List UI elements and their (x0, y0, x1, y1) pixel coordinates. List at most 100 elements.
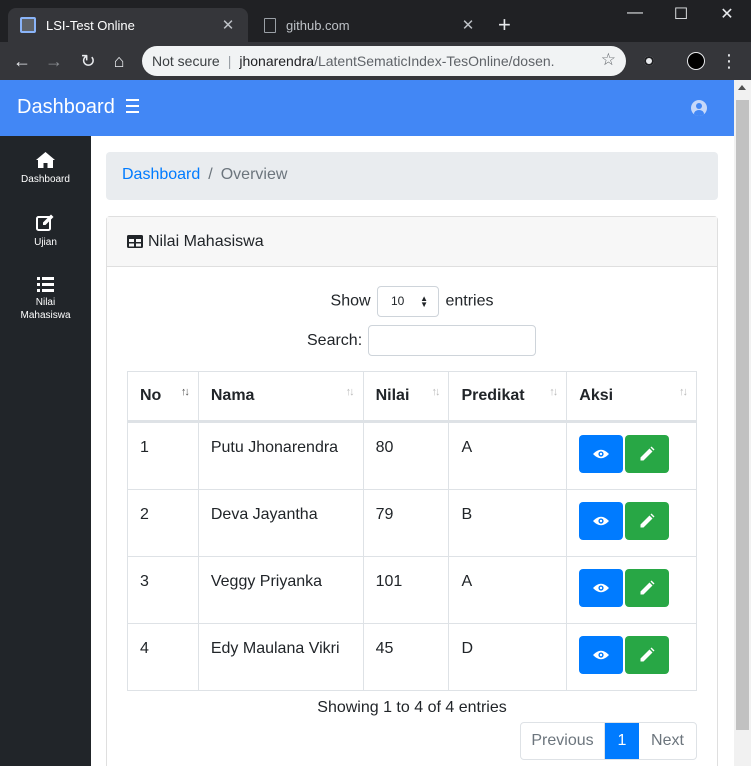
home-button-icon[interactable]: ⌂ (107, 50, 131, 72)
cell-predikat: A (448, 421, 568, 490)
profile-avatar-icon[interactable] (687, 52, 705, 70)
pagination-previous[interactable]: Previous (521, 723, 605, 759)
sort-icon: ↑↓ (549, 386, 558, 398)
search-label: Search: (307, 331, 363, 349)
maximize-button[interactable]: ☐ (658, 4, 704, 24)
cell-nilai: 45 (362, 623, 450, 691)
edit-button[interactable] (625, 435, 670, 473)
reload-icon[interactable]: ↻ (76, 50, 100, 72)
cell-no: 1 (127, 421, 199, 490)
table-row: 2 Deva Jayantha 79 B (127, 489, 697, 557)
table-row: 1 Putu Jhonarendra 80 A (127, 421, 697, 490)
page-scrollbar[interactable] (734, 80, 751, 766)
tab-close-icon[interactable]: ✕ (460, 16, 476, 34)
pencil-icon (640, 647, 655, 662)
scrollbar-thumb[interactable] (736, 100, 749, 730)
view-button[interactable] (579, 636, 624, 674)
pencil-icon (640, 513, 655, 528)
cell-predikat: B (448, 489, 568, 557)
cell-predikat: A (448, 556, 568, 624)
card-title: Nilai Mahasiswa (148, 232, 264, 250)
sort-icon: ↑↓ (679, 386, 688, 398)
pencil-icon (640, 580, 655, 595)
table-header-row: No ↑↓ Nama ↑↓ Nilai ↑↓ Predikat ↑↓ Aksi ↑↓ (127, 371, 697, 423)
browser-toolbar: ← → ↻ ⌂ i Not secure | jhonarendra /Late… (0, 42, 751, 544)
navbar-brand[interactable]: Dashboard (17, 96, 115, 119)
view-button[interactable] (579, 502, 624, 540)
browser-tab-strip: LSI-Test Online ✕ github.com ✕ + — ☐ ✕ (0, 0, 751, 42)
cell-no: 3 (127, 556, 199, 624)
breadcrumb: Dashboard / Overview (106, 152, 718, 200)
column-header-nama[interactable]: Nama ↑↓ (197, 371, 364, 423)
view-button[interactable] (579, 569, 624, 607)
scroll-up-arrow-icon[interactable] (738, 85, 746, 90)
eye-icon (593, 650, 610, 660)
url-path: /LatentSematicIndex-TesOnline/dosen... (314, 53, 555, 69)
table-row: 4 Edy Maulana Vikri 45 D (127, 623, 697, 691)
sidebar-item-label: Dashboard (21, 174, 70, 185)
bookmark-star-icon[interactable]: ☆ (601, 50, 616, 70)
cell-nilai: 80 (362, 421, 450, 490)
browser-menu-icon[interactable]: ⋮ (717, 50, 741, 72)
cell-aksi (566, 556, 697, 624)
new-tab-button[interactable]: + (498, 14, 511, 36)
pencil-icon (640, 446, 655, 461)
sort-asc-icon: ↑↓ (180, 386, 190, 398)
address-bar[interactable]: i Not secure | jhonarendra /LatentSemati… (142, 46, 626, 544)
search-input[interactable] (368, 325, 537, 356)
menu-toggle-icon[interactable] (126, 99, 139, 113)
edit-button[interactable] (625, 569, 670, 607)
entries-length-control: Show 10 ▲ ▼ entries (107, 286, 717, 317)
tab-title: LSI-Test Online (46, 17, 135, 33)
cell-aksi (566, 489, 697, 557)
minimize-button[interactable]: — (612, 4, 658, 22)
sort-icon: ↑↓ (345, 386, 355, 398)
edit-button[interactable] (625, 502, 670, 540)
pagination-page-1[interactable]: 1 (605, 723, 639, 759)
tab-close-icon[interactable]: ✕ (220, 16, 236, 34)
select-sort-arrows-icon: ▲ ▼ (420, 294, 428, 309)
sidebar: Dashboard Ujian Nilai Mahasiswa (0, 136, 91, 766)
sidebar-item-nilai-mahasiswa[interactable]: Nilai Mahasiswa (0, 277, 91, 322)
breadcrumb-current: Overview (220, 166, 288, 183)
table-search: Search: (307, 325, 537, 356)
list-icon (37, 277, 54, 292)
security-label: Not secure (152, 53, 220, 69)
cell-nama: Putu Jhonarendra (197, 421, 364, 490)
omnibox-divider: | (227, 53, 232, 69)
forward-arrow-icon[interactable]: → (42, 50, 66, 72)
nilai-card: Nilai Mahasiswa Show 10 ▲ ▼ entries Searc… (106, 216, 718, 766)
view-button[interactable] (579, 435, 624, 473)
nilai-table: No ↑↓ Nama ↑↓ Nilai ↑↓ Predikat ↑↓ Aksi ↑↓ 1 … (127, 371, 697, 691)
close-window-button[interactable]: ✕ (704, 4, 750, 24)
breadcrumb-link-dashboard[interactable]: Dashboard (122, 166, 200, 183)
table-info: Showing 1 to 4 of 4 entries (317, 699, 507, 716)
table-row: 3 Veggy Priyanka 101 A (127, 556, 697, 624)
edit-button[interactable] (625, 636, 670, 674)
cell-nama: Deva Jayantha (197, 489, 364, 557)
entries-per-page-select[interactable]: 10 ▲ ▼ (377, 286, 439, 317)
column-header-aksi[interactable]: Aksi ↑↓ (566, 371, 697, 423)
page-favicon-icon (264, 17, 276, 33)
eye-icon (593, 516, 610, 526)
card-header: Nilai Mahasiswa (107, 217, 717, 267)
back-arrow-icon[interactable]: ← (10, 50, 34, 72)
site-favicon-icon (20, 17, 36, 33)
browser-tab-active[interactable]: LSI-Test Online ✕ (8, 8, 248, 42)
column-header-nilai[interactable]: Nilai ↑↓ (362, 371, 450, 423)
eye-icon (593, 583, 610, 593)
browser-tab-inactive[interactable]: github.com ✕ (252, 8, 488, 42)
pagination: Previous 1 Next (520, 722, 697, 760)
column-header-predikat[interactable]: Predikat ↑↓ (448, 371, 568, 423)
length-label-entries: entries (445, 292, 494, 310)
sidebar-item-dashboard[interactable]: Dashboard (0, 152, 91, 185)
cell-nilai: 101 (362, 556, 450, 624)
pagination-next[interactable]: Next (639, 723, 696, 759)
sidebar-item-ujian[interactable]: Ujian (0, 214, 91, 248)
cell-nilai: 79 (362, 489, 450, 557)
column-header-no[interactable]: No ↑↓ (127, 371, 199, 423)
sidebar-item-label: Ujian (34, 237, 57, 248)
extension-icon[interactable] (640, 52, 658, 70)
user-circle-icon[interactable] (691, 100, 707, 116)
cell-aksi (566, 421, 697, 490)
